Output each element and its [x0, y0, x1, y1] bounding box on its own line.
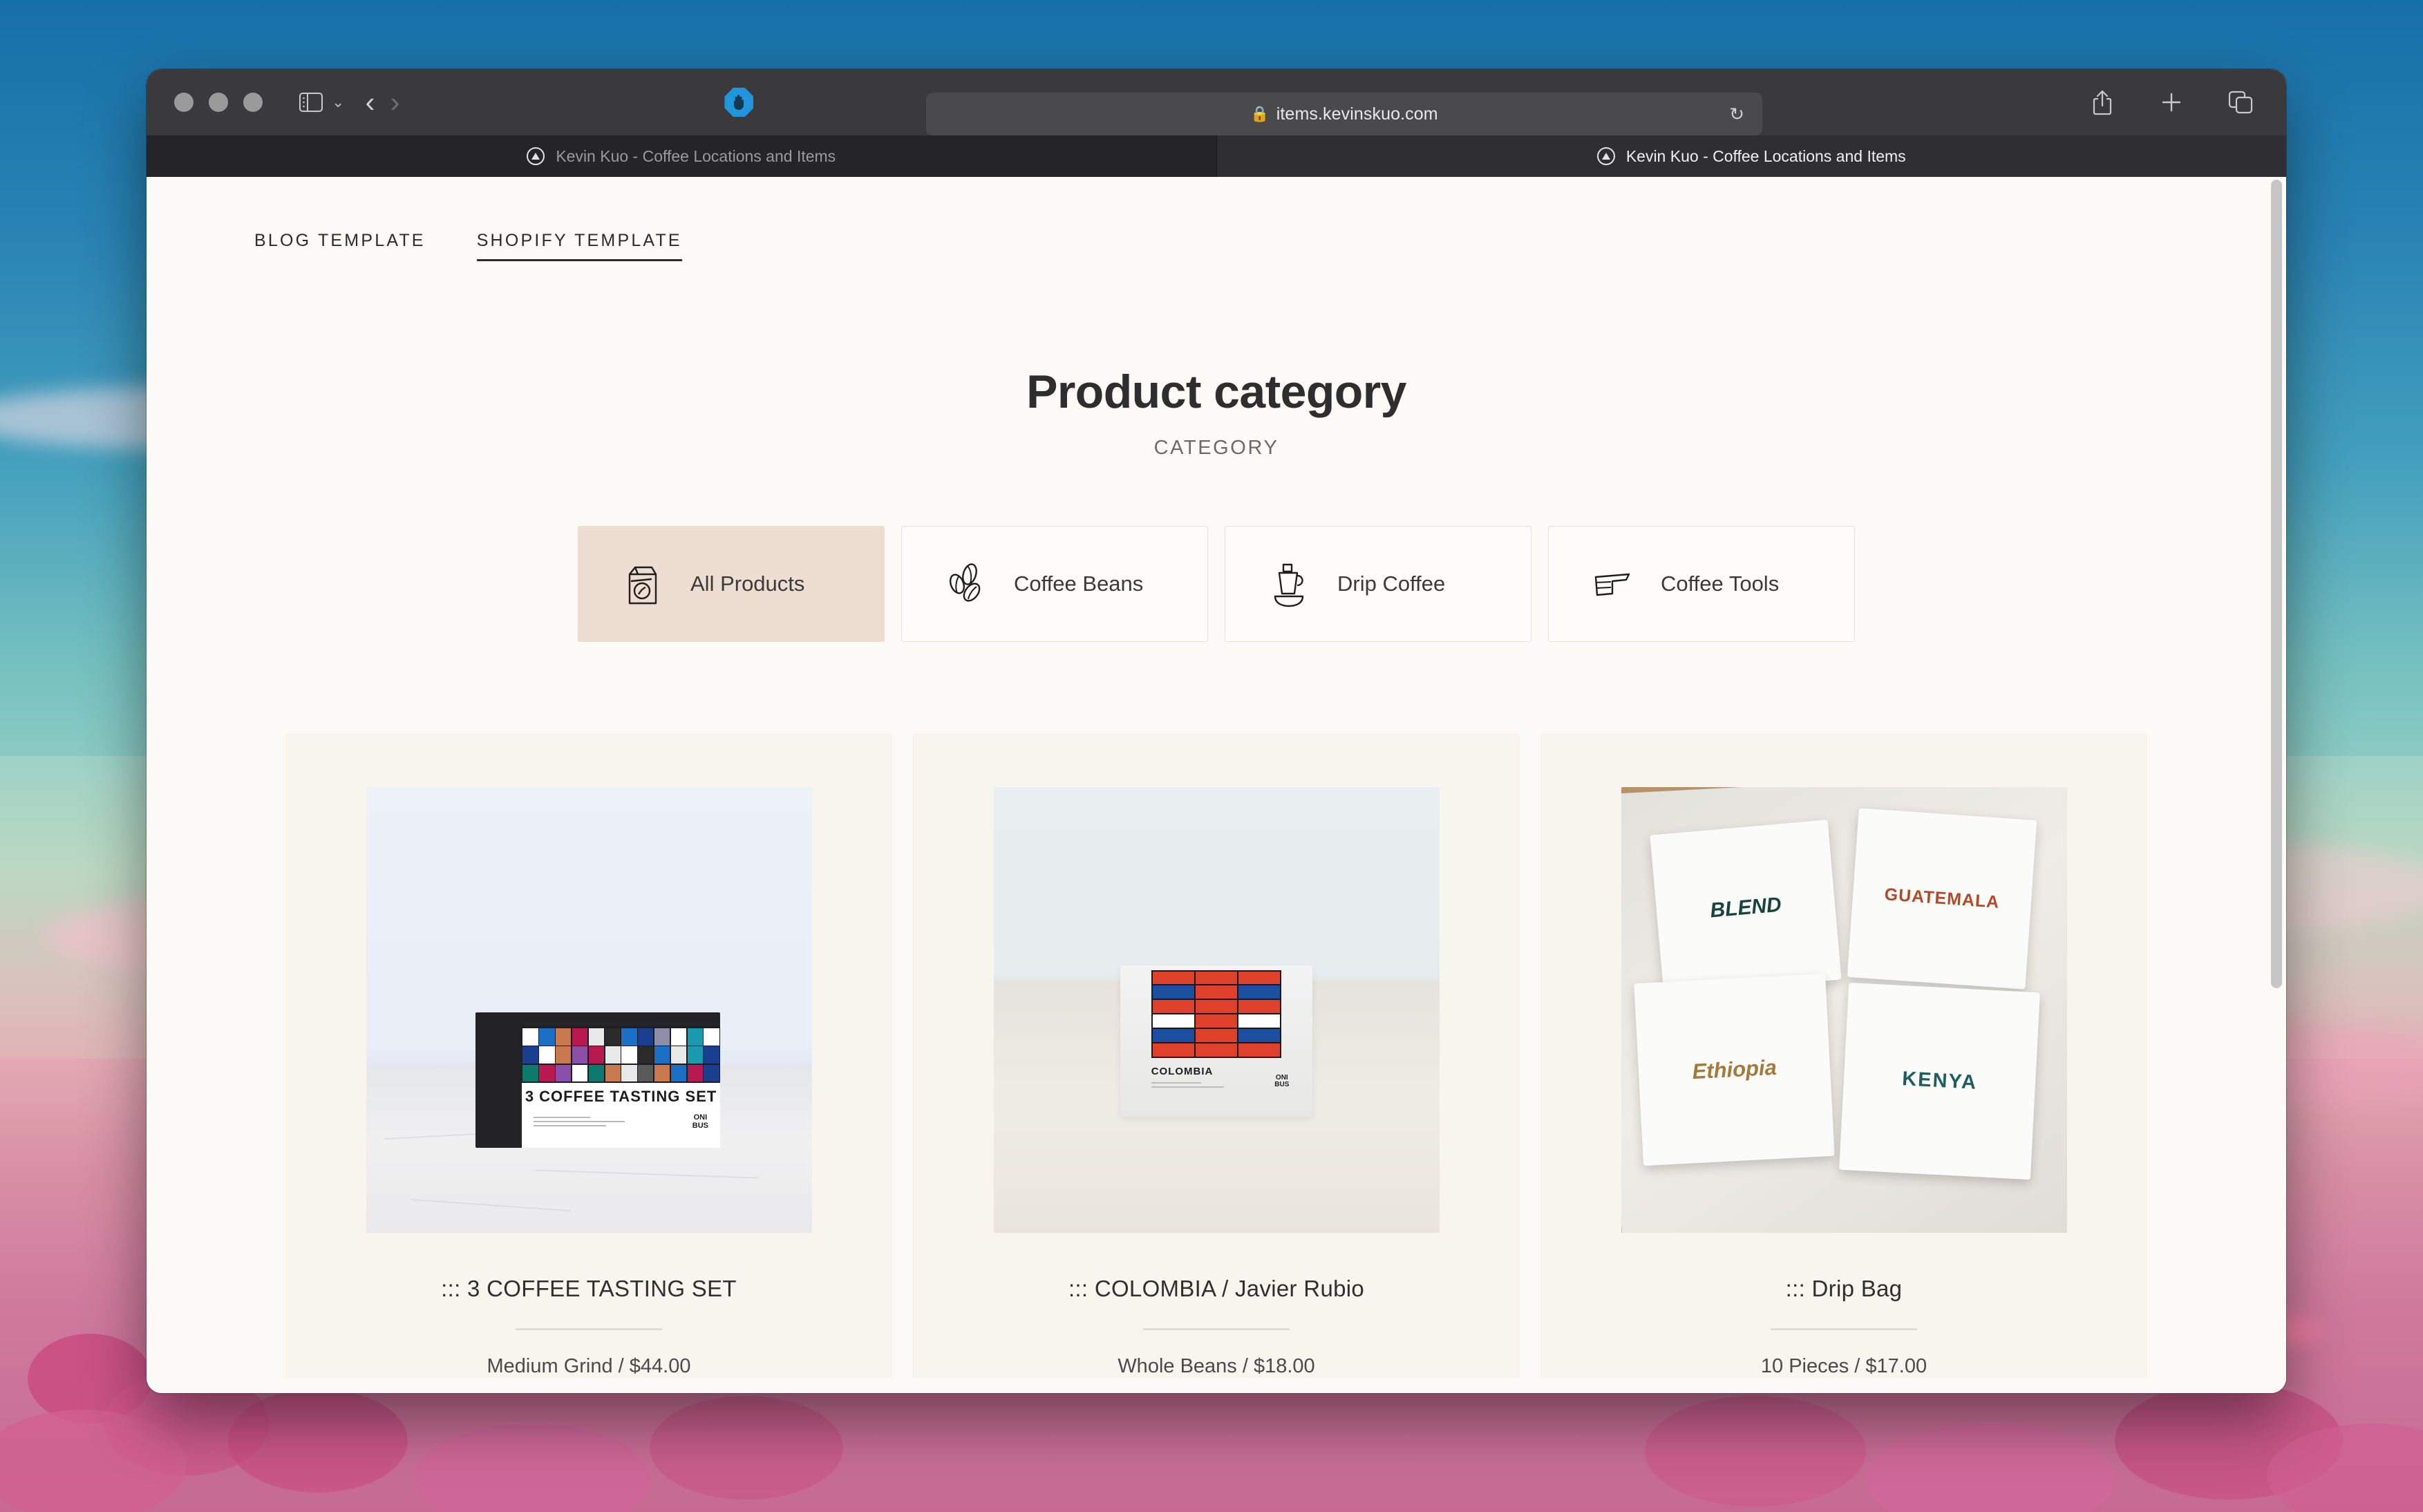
category-label: Drip Coffee [1337, 571, 1446, 596]
product-image-colombia: COLOMBIA ONI BUS [993, 787, 1440, 1233]
url-text: items.kevinskuo.com [1276, 104, 1438, 124]
divider [516, 1328, 662, 1330]
divider [1771, 1328, 1917, 1330]
product-title: ::: COLOMBIA / Javier Rubio [1068, 1276, 1365, 1301]
triangle-pattern-label [1151, 970, 1282, 1058]
packet-label: KENYA [1901, 1067, 1978, 1094]
drip-packet-blend: BLEND [1650, 820, 1842, 996]
category-coffee-beans[interactable]: Coffee Beans [901, 526, 1208, 642]
category-label: All Products [690, 571, 805, 596]
address-bar[interactable]: 🔒 items.kevinskuo.com ↻ [926, 93, 1762, 135]
product-meta: Whole Beans / $18.00 [1118, 1355, 1315, 1377]
safari-window: ⌄ ‹ › 🔒 items.kevinskuo.com ↻ Kevin Kuo … [147, 69, 2286, 1393]
browser-tab[interactable]: Kevin Kuo - Coffee Locations and Items [147, 135, 1216, 177]
packet-label: BLEND [1709, 893, 1783, 923]
lock-icon: 🔒 [1250, 105, 1270, 122]
divider [1143, 1328, 1290, 1330]
tab-title: Kevin Kuo - Coffee Locations and Items [1625, 147, 1906, 165]
drip-packet-guatemala: GUATEMALA [1847, 807, 2037, 990]
site-navigation: BLOG TEMPLATE SHOPIFY TEMPLATE [147, 177, 2286, 261]
browser-tab-active[interactable]: Kevin Kuo - Coffee Locations and Items [1216, 135, 2286, 177]
minimize-window-button[interactable] [209, 93, 228, 112]
category-coffee-tools[interactable]: Coffee Tools [1548, 526, 1855, 642]
window-traffic-lights[interactable] [174, 93, 263, 112]
drip-packet-ethiopia: Ethiopia [1634, 974, 1836, 1166]
browser-toolbar: ⌄ ‹ › 🔒 items.kevinskuo.com ↻ [147, 69, 2286, 135]
scrollbar-thumb[interactable] [2271, 180, 2282, 988]
coffee-bag-icon [617, 559, 667, 609]
favicon-icon [1596, 147, 1615, 165]
product-grid: 3 COFFEE TASTING SET ONI BUS ::: 3 COFFEE… [147, 733, 2286, 1378]
box-title-text: 3 COFFEE TASTING SET [525, 1087, 717, 1105]
chevron-down-icon[interactable]: ⌄ [332, 93, 344, 111]
nav-item-blog-template[interactable]: BLOG TEMPLATE [254, 231, 426, 261]
page-title: Product category [1026, 366, 1406, 418]
share-button[interactable] [2084, 84, 2120, 120]
product-card[interactable]: BLEND GUATEMALA Ethiopia KENYA ::: Drip … [1540, 733, 2147, 1378]
cloud-blob [650, 1396, 843, 1500]
packet-label: GUATEMALA [1883, 884, 2001, 912]
close-window-button[interactable] [174, 93, 194, 112]
bag-fine-print [1151, 1081, 1232, 1090]
reload-icon[interactable]: ↻ [1729, 104, 1744, 125]
bag-label-text: COLOMBIA [1151, 1065, 1214, 1077]
category-filter-bar: All Products Coffee Beans Drip Coffee Co… [147, 526, 2286, 642]
brand-mark: ONI BUS [692, 1113, 709, 1130]
nav-item-shopify-template[interactable]: SHOPIFY TEMPLATE [476, 231, 682, 261]
tab-title: Kevin Kuo - Coffee Locations and Items [556, 147, 836, 165]
zoom-window-button[interactable] [243, 93, 263, 112]
adblock-shield-icon [724, 88, 754, 117]
box-label: 3 COFFEE TASTING SET ONI BUS [521, 1027, 721, 1149]
product-image-drip-bag: BLEND GUATEMALA Ethiopia KENYA [1621, 787, 2067, 1233]
product-card[interactable]: 3 COFFEE TASTING SET ONI BUS ::: 3 COFFEE… [285, 733, 892, 1378]
tab-bar: Kevin Kuo - Coffee Locations and Items K… [147, 135, 2286, 177]
product-title: ::: Drip Bag [1785, 1276, 1903, 1301]
tab-overview-button[interactable] [2223, 84, 2259, 120]
new-tab-button[interactable] [2153, 84, 2189, 120]
favicon-icon [527, 147, 545, 165]
category-all-products[interactable]: All Products [578, 526, 885, 642]
category-label: Coffee Tools [1661, 571, 1780, 596]
geometric-pattern [521, 1027, 721, 1083]
adblock-extension-button[interactable] [724, 88, 754, 117]
page-content: BLOG TEMPLATE SHOPIFY TEMPLATE Product c… [147, 177, 2286, 1393]
product-card[interactable]: COLOMBIA ONI BUS ::: COLOMBIA / Javier Ru… [913, 733, 1520, 1378]
coffee-bag: COLOMBIA ONI BUS [1120, 965, 1312, 1117]
coffee-beans-icon [941, 559, 990, 609]
product-meta: 10 Pieces / $17.00 [1760, 1355, 1927, 1377]
back-button[interactable]: ‹ [365, 88, 375, 117]
toolbar-actions [2084, 84, 2259, 120]
product-meta: Medium Grind / $44.00 [487, 1355, 691, 1377]
cloud-blob [228, 1389, 408, 1493]
page-hero: Product category CATEGORY [147, 365, 2286, 460]
product-image-tasting-set: 3 COFFEE TASTING SET ONI BUS [366, 787, 812, 1233]
cloud-blob [1645, 1396, 1866, 1506]
category-label: Coffee Beans [1014, 571, 1144, 596]
page-subtitle: CATEGORY [1153, 437, 1279, 459]
scrollbar-track[interactable] [2267, 177, 2286, 1393]
forward-button[interactable]: › [390, 88, 399, 117]
category-drip-coffee[interactable]: Drip Coffee [1225, 526, 1531, 642]
brand-mark: ONI BUS [1274, 1073, 1290, 1089]
gift-box: 3 COFFEE TASTING SET ONI BUS [475, 1012, 721, 1149]
drip-packet-kenya: KENYA [1839, 983, 2041, 1180]
packet-label: Ethiopia [1691, 1055, 1778, 1084]
coffee-cup-icon [1264, 559, 1314, 609]
product-title: ::: 3 COFFEE TASTING SET [441, 1276, 737, 1301]
coffee-scoop-icon [1587, 559, 1637, 609]
sidebar-icon[interactable] [293, 84, 329, 120]
box-fine-print [534, 1116, 637, 1129]
